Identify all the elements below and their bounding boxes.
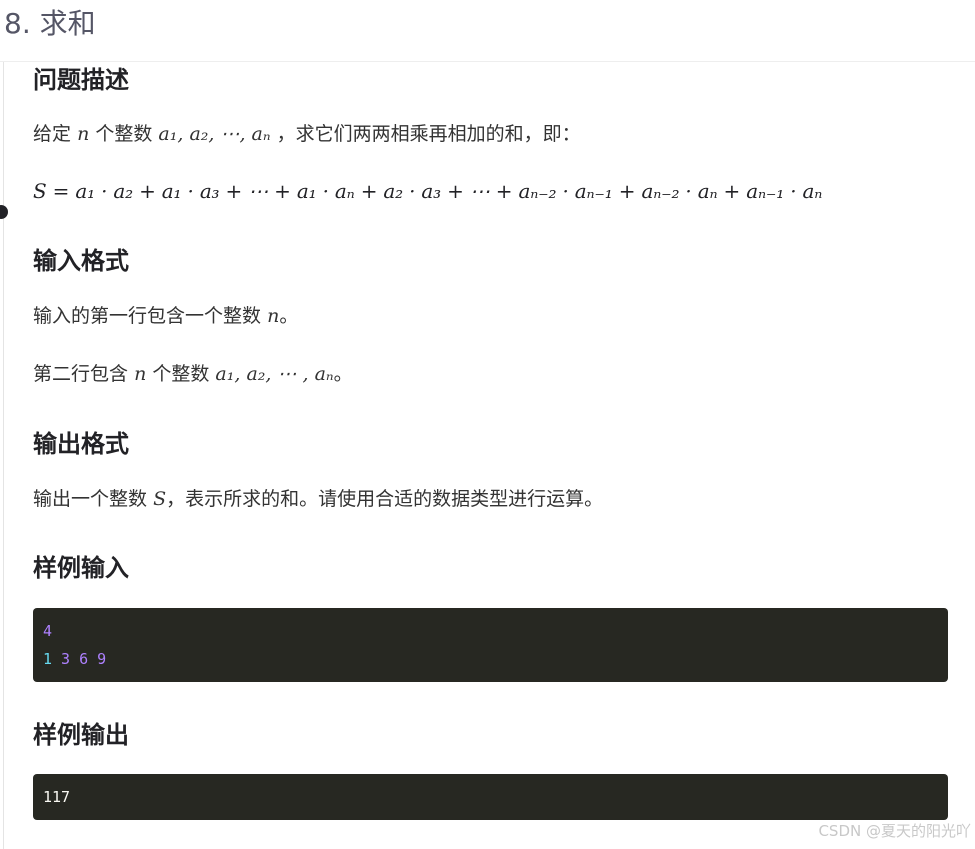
sample-input-line-2-rest: 3 6 9: [52, 650, 107, 668]
content-left-border: [3, 62, 4, 849]
sample-output-code-block[interactable]: 117: [33, 774, 948, 820]
output-line-after: ，表示所求的和。请使用合适的数据类型进行运算。: [166, 488, 604, 510]
input-line2-var: n: [134, 363, 147, 385]
input-line2-seq: a₁, a₂, ⋯ , aₙ: [215, 363, 334, 385]
csdn-watermark: CSDN @夏天的阳光吖: [818, 822, 971, 840]
sample-input-line-2-first: 1: [43, 650, 53, 668]
problem-intro-mid: 个整数: [95, 123, 153, 145]
input-line1-after: 。: [279, 305, 299, 327]
output-line-before: 输出一个整数: [33, 488, 148, 510]
output-line-var: S: [153, 488, 167, 510]
sample-input-heading: 样例输入: [33, 554, 129, 582]
input-format-heading: 输入格式: [33, 247, 129, 275]
page-title: 8. 求和: [4, 7, 96, 40]
input-line2-after: 。: [333, 363, 353, 385]
input-format-line2: 第二行包含 n 个整数 a₁, a₂, ⋯ , aₙ。: [33, 360, 353, 388]
problem-heading: 问题描述: [33, 66, 129, 94]
sample-input-line-2: 1 3 6 9: [43, 645, 938, 673]
problem-intro-seq: a₁, a₂, ⋯, aₙ: [158, 123, 271, 145]
sum-formula: S = a₁ · a₂ + a₁ · a₃ + ⋯ + a₁ · aₙ + a₂…: [33, 179, 823, 203]
input-line2-mid: 个整数: [152, 363, 210, 385]
problem-intro: 给定 n 个整数 a₁, a₂, ⋯, aₙ ，求它们两两相乘再相加的和，即：: [33, 120, 581, 148]
input-line1-var: n: [267, 305, 280, 327]
sample-output-value: 117: [43, 788, 71, 806]
sample-input-line-1: 4: [43, 622, 53, 640]
scroll-marker-dot: [0, 205, 8, 219]
sample-input-code-block[interactable]: 4 1 3 6 9: [33, 608, 948, 682]
problem-intro-before: 给定: [33, 123, 72, 145]
output-format-heading: 输出格式: [33, 430, 129, 458]
title-divider: [0, 61, 975, 62]
output-format-line: 输出一个整数 S，表示所求的和。请使用合适的数据类型进行运算。: [33, 485, 603, 513]
input-line1-before: 输入的第一行包含一个整数: [33, 305, 262, 327]
input-format-line1: 输入的第一行包含一个整数 n。: [33, 302, 298, 330]
problem-intro-after: ，求它们两两相乘再相加的和，即：: [276, 123, 581, 145]
problem-intro-var: n: [77, 123, 90, 145]
sample-output-heading: 样例输出: [33, 721, 129, 749]
input-line2-before: 第二行包含: [33, 363, 129, 385]
